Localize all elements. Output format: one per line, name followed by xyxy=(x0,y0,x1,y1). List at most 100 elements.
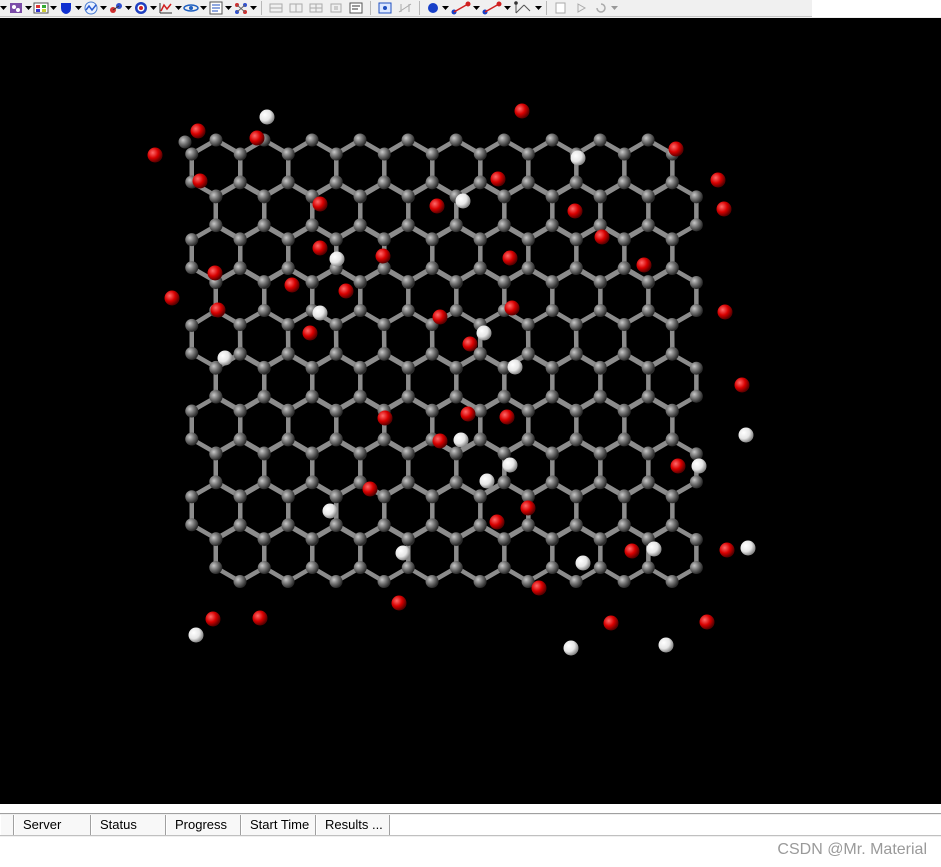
carbon-atom xyxy=(353,219,367,233)
oxygen-atom xyxy=(710,172,726,188)
carbon-atom xyxy=(329,433,343,447)
target-icon[interactable] xyxy=(132,0,150,16)
column-header-stub[interactable] xyxy=(0,815,14,835)
structure-viewport[interactable] xyxy=(0,18,941,804)
carbon-atom xyxy=(257,561,271,575)
carbon-atom xyxy=(209,390,223,404)
chevron-down-icon[interactable] xyxy=(200,0,207,16)
chevron-down-icon[interactable] xyxy=(535,0,542,16)
molecule-display-icon[interactable] xyxy=(7,0,25,16)
bond-icon[interactable] xyxy=(424,0,442,16)
carbon-atom xyxy=(329,404,343,418)
carbon-atom xyxy=(641,189,655,203)
oxygen-atom xyxy=(624,543,640,559)
panel-splitter[interactable] xyxy=(0,804,941,814)
carbon-atom xyxy=(185,518,199,532)
column-header-results[interactable]: Results ... xyxy=(316,815,390,835)
chevron-down-icon[interactable] xyxy=(175,0,182,16)
carbon-atom xyxy=(569,575,583,589)
oxygen-atom xyxy=(719,542,735,558)
chevron-down-icon[interactable] xyxy=(125,0,132,16)
chevron-down-icon[interactable] xyxy=(250,0,257,16)
carbon-atom xyxy=(185,432,199,446)
carbon-atom xyxy=(449,219,463,233)
carbon-atom xyxy=(377,233,391,247)
chevron-down-icon[interactable] xyxy=(100,0,107,16)
chevron-down-icon[interactable] xyxy=(225,0,232,16)
column-header-start-time[interactable]: Start Time xyxy=(241,815,316,835)
carbon-atom xyxy=(545,446,559,460)
chevron-down-icon[interactable] xyxy=(25,0,32,16)
carbon-atom xyxy=(641,219,655,233)
carbon-atom xyxy=(617,404,631,418)
properties-icon[interactable] xyxy=(346,0,366,16)
orbital-icon[interactable] xyxy=(182,0,200,16)
text-icon[interactable] xyxy=(207,0,225,16)
column-header-status[interactable]: Status xyxy=(91,815,166,835)
hydrogen-atom xyxy=(507,359,523,375)
refresh-icon[interactable] xyxy=(591,0,611,16)
carbon-atom xyxy=(401,219,415,233)
carbon-atom xyxy=(257,189,271,203)
angle-icon[interactable] xyxy=(449,0,473,16)
carbon-atom xyxy=(473,519,487,533)
carbon-atom xyxy=(329,233,343,247)
carbon-atom xyxy=(353,446,367,460)
carbon-atom xyxy=(569,433,583,447)
graph-icon[interactable] xyxy=(82,0,100,16)
graphene-oxide-model[interactable] xyxy=(0,18,941,804)
color-palette-icon[interactable] xyxy=(32,0,50,16)
carbon-atom xyxy=(689,533,703,547)
carbon-atom xyxy=(233,233,247,247)
chevron-down-icon[interactable] xyxy=(473,0,480,16)
toolbar-group-display xyxy=(0,0,257,17)
chart-icon[interactable] xyxy=(157,0,175,16)
carbon-atom xyxy=(185,318,199,332)
carbon-atom xyxy=(473,147,487,161)
carbon-atom xyxy=(497,532,511,546)
distribute-icon[interactable] xyxy=(326,0,346,16)
oxygen-atom xyxy=(567,203,583,219)
align-left-icon[interactable] xyxy=(266,0,286,16)
carbon-atom xyxy=(233,575,247,589)
carbon-atom xyxy=(593,133,607,147)
carbon-atom xyxy=(473,347,487,361)
chevron-down-icon[interactable] xyxy=(504,0,511,16)
chevron-down-icon[interactable] xyxy=(150,0,157,16)
oxygen-atom xyxy=(594,229,610,245)
carbon-atom xyxy=(641,390,655,404)
torsion-icon[interactable] xyxy=(480,0,504,16)
shield-icon[interactable] xyxy=(57,0,75,16)
column-header-progress[interactable]: Progress xyxy=(166,815,241,835)
chevron-down-icon[interactable] xyxy=(442,0,449,16)
atom-style-icon[interactable] xyxy=(107,0,125,16)
chevron-down-icon[interactable] xyxy=(0,0,7,16)
carbon-atom xyxy=(377,433,391,447)
flip-icon[interactable] xyxy=(511,0,535,16)
measure-icon[interactable] xyxy=(395,0,415,16)
align-center-icon[interactable] xyxy=(286,0,306,16)
hydrogen-atom xyxy=(312,305,328,321)
chevron-down-icon[interactable] xyxy=(75,0,82,16)
toolbar-group-align xyxy=(266,0,366,17)
hydrogen-atom xyxy=(217,350,233,366)
column-header-server[interactable]: Server xyxy=(14,815,91,835)
lattice-icon[interactable] xyxy=(232,0,250,16)
select-atoms-icon[interactable] xyxy=(375,0,395,16)
carbon-atom xyxy=(425,176,439,190)
hydrogen-atom xyxy=(476,325,492,341)
carbon-atom xyxy=(185,404,199,418)
chevron-down-icon[interactable] xyxy=(50,0,57,16)
carbon-atom xyxy=(473,262,487,276)
carbon-atom xyxy=(377,519,391,533)
new-doc-icon[interactable] xyxy=(551,0,571,16)
carbon-atom xyxy=(329,318,343,332)
run-icon[interactable] xyxy=(571,0,591,16)
carbon-atom xyxy=(521,404,535,418)
carbon-atom xyxy=(593,476,607,490)
oxygen-atom xyxy=(636,257,652,273)
grid-icon[interactable] xyxy=(306,0,326,16)
carbon-atom xyxy=(545,561,559,575)
chevron-down-icon[interactable] xyxy=(611,0,618,16)
carbon-atom xyxy=(353,532,367,546)
